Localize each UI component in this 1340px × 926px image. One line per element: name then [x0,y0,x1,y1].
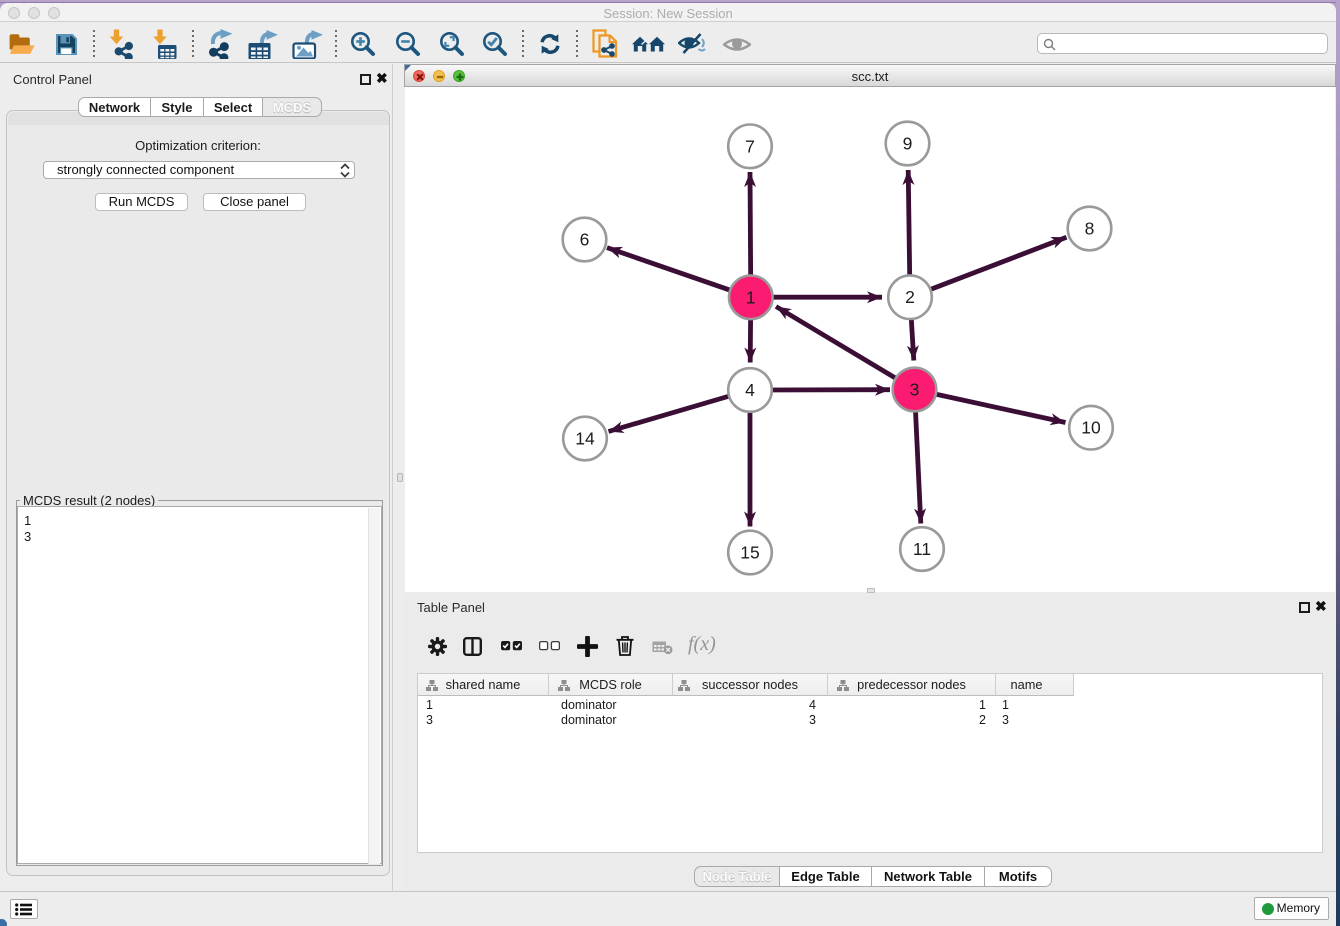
svg-text:7: 7 [745,136,755,156]
svg-text:4: 4 [745,380,755,400]
svg-text:11: 11 [913,539,931,559]
svg-text:6: 6 [580,230,590,250]
svg-text:8: 8 [1085,219,1095,239]
svg-text:14: 14 [575,429,595,449]
svg-text:2: 2 [905,287,915,307]
svg-text:15: 15 [740,543,759,563]
svg-text:10: 10 [1081,418,1101,438]
svg-text:1: 1 [746,287,756,307]
svg-text:9: 9 [903,134,913,154]
svg-text:3: 3 [910,380,920,400]
